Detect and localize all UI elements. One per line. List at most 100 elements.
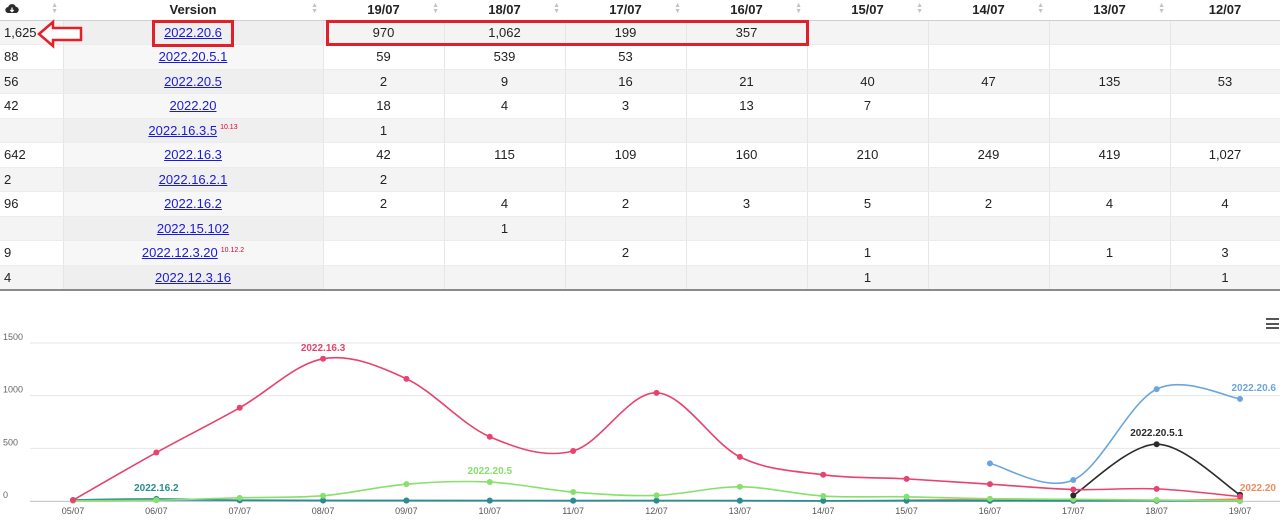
sort-arrows-icon[interactable]: ▲ ▼ — [311, 2, 318, 15]
column-header-label: 19/07 — [367, 2, 400, 18]
table-row: 56 2022.20.5 2 9 16 21 40 47 135 53 — [0, 69, 1280, 94]
downloads-cell — [1049, 118, 1171, 143]
column-header-label: 16/07 — [730, 2, 763, 18]
version-cell: 2022.20.5 — [63, 69, 324, 94]
downloads-cell: 1 — [1049, 240, 1171, 266]
downloads-cell: 42 — [323, 142, 445, 168]
data-point — [320, 492, 327, 499]
version-link[interactable]: 2022.20.6 — [164, 25, 222, 40]
data-point — [653, 389, 660, 396]
downloads-cell: 40 — [807, 69, 929, 94]
downloads-cell: 47 — [928, 69, 1050, 94]
total-downloads-cell — [0, 216, 64, 241]
version-link[interactable]: 2022.20.5 — [164, 74, 222, 89]
column-header-date[interactable]: 12/07 — [1170, 0, 1280, 21]
version-link[interactable]: 2022.15.102 — [157, 221, 229, 236]
version-cell: 2022.20.5.1 — [63, 44, 324, 70]
downloads-cell — [1170, 167, 1280, 192]
series-label: 2022.20.6 — [1232, 383, 1277, 394]
cloud-download-icon — [5, 3, 19, 18]
table-row: 642 2022.16.3 42 115 109 160 210 249 419 1,027 — [0, 142, 1280, 168]
data-point — [1070, 477, 1077, 484]
y-tick-label: 500 — [3, 437, 18, 447]
sort-arrows-icon[interactable]: ▲ ▼ — [916, 2, 923, 15]
x-tick-label: 18/07 — [1145, 506, 1168, 516]
version-link[interactable]: 2022.20 — [170, 98, 217, 113]
data-point — [570, 497, 577, 504]
data-point — [1153, 485, 1160, 492]
downloads-cell: 1,062 — [444, 20, 566, 45]
downloads-cell — [323, 216, 445, 241]
downloads-cell: 59 — [323, 44, 445, 70]
sort-arrows-icon[interactable]: ▲ ▼ — [432, 2, 439, 15]
data-point — [986, 460, 993, 467]
downloads-cell: 16 — [565, 69, 687, 94]
column-header-version[interactable]: Version ▲ ▼ — [63, 0, 323, 21]
data-point — [403, 497, 410, 504]
table-row: 88 2022.20.5.1 59 539 53 — [0, 44, 1280, 70]
left-arrow-icon — [37, 19, 83, 54]
sort-arrows-icon[interactable]: ▲ ▼ — [674, 2, 681, 15]
sort-arrows-icon[interactable]: ▲ ▼ — [795, 2, 802, 15]
downloads-cell: 4 — [444, 191, 566, 217]
column-header-date[interactable]: 17/07 ▲ ▼ — [565, 0, 686, 21]
downloads-cell: 1 — [323, 118, 445, 143]
downloads-cell — [928, 240, 1050, 266]
series-label: 2022.16.3 — [301, 343, 346, 354]
sort-arrows-icon[interactable]: ▲ ▼ — [51, 2, 58, 15]
downloads-cell — [323, 240, 445, 266]
downloads-cell — [686, 240, 808, 266]
versions-table-container: ▲ ▼ Version ▲ ▼ 19/07 ▲ ▼ 18/07 ▲ ▼ 17/07 ▲ ▼ 16… — [0, 0, 1280, 291]
table-row: 4 2022.12.3.16 1 1 — [0, 265, 1280, 291]
x-tick-label: 13/07 — [729, 506, 752, 516]
column-header-date[interactable]: 18/07 ▲ ▼ — [444, 0, 565, 21]
y-tick-label: 1500 — [3, 332, 23, 342]
version-link[interactable]: 2022.16.3 — [164, 147, 222, 162]
downloads-cell: 5 — [807, 191, 929, 217]
data-point — [570, 447, 577, 454]
downloads-cell — [1170, 216, 1280, 241]
series-line — [72, 356, 1241, 501]
downloads-cell: 357 — [686, 20, 808, 45]
version-link[interactable]: 2022.20.5.1 — [159, 49, 228, 64]
sort-arrows-icon[interactable]: ▲ ▼ — [1037, 2, 1044, 15]
version-link[interactable]: 2022.16.3.5 — [148, 123, 217, 138]
version-cell: 2022.20 — [63, 93, 324, 119]
data-point — [486, 479, 493, 486]
downloads-cell — [565, 265, 687, 291]
x-tick-label: 09/07 — [395, 506, 418, 516]
version-cell: 2022.20.6 — [63, 20, 324, 45]
downloads-cell — [565, 167, 687, 192]
column-header-total[interactable]: ▲ ▼ — [0, 0, 63, 21]
downloads-cell: 199 — [565, 20, 687, 45]
version-link[interactable]: 2022.12.3.20 — [142, 245, 218, 260]
hamburger-menu-icon[interactable] — [1266, 318, 1279, 329]
data-point — [236, 494, 243, 501]
version-link[interactable]: 2022.12.3.16 — [155, 270, 231, 285]
column-header-date[interactable]: 16/07 ▲ ▼ — [686, 0, 807, 21]
column-header-date[interactable]: 14/07 ▲ ▼ — [928, 0, 1049, 21]
total-downloads-cell: 642 — [0, 142, 64, 168]
total-downloads-cell: 9 — [0, 240, 64, 266]
table-row: 2 2022.16.2.1 2 — [0, 167, 1280, 192]
downloads-cell: 4 — [444, 93, 566, 119]
column-header-date[interactable]: 19/07 ▲ ▼ — [323, 0, 444, 21]
downloads-cell — [686, 167, 808, 192]
downloads-cell: 1,027 — [1170, 142, 1280, 168]
version-link[interactable]: 2022.16.2 — [164, 196, 222, 211]
x-tick-label: 08/07 — [312, 506, 335, 516]
downloads-cell — [565, 118, 687, 143]
column-header-date[interactable]: 13/07 ▲ ▼ — [1049, 0, 1170, 21]
downloads-chart: 0 500 1000 1500 05/07 06/07 07/07 08/07 09/07 10/… — [0, 308, 1280, 521]
downloads-cell — [928, 118, 1050, 143]
downloads-cell: 3 — [1170, 240, 1280, 266]
sort-arrows-icon[interactable]: ▲ ▼ — [553, 2, 560, 15]
downloads-cell — [1170, 93, 1280, 119]
column-header-date[interactable]: 15/07 ▲ ▼ — [807, 0, 928, 21]
sort-arrows-icon[interactable]: ▲ ▼ — [1158, 2, 1165, 15]
data-point — [1153, 441, 1160, 448]
downloads-cell: 21 — [686, 69, 808, 94]
downloads-cell — [1049, 44, 1171, 70]
version-link[interactable]: 2022.16.2.1 — [159, 172, 228, 187]
series-label: 2022.16.2 — [134, 483, 179, 494]
